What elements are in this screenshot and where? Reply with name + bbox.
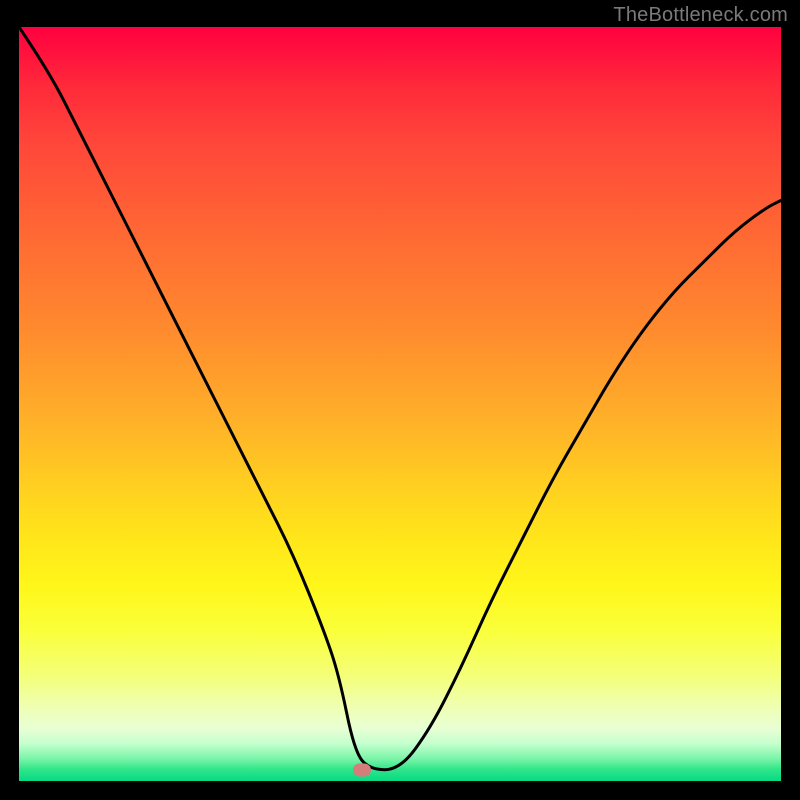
bottleneck-curve: [19, 27, 781, 781]
optimal-marker: [353, 763, 371, 776]
plot-area: [19, 27, 781, 781]
watermark-text: TheBottleneck.com: [613, 4, 788, 27]
chart-frame: TheBottleneck.com: [0, 0, 800, 800]
